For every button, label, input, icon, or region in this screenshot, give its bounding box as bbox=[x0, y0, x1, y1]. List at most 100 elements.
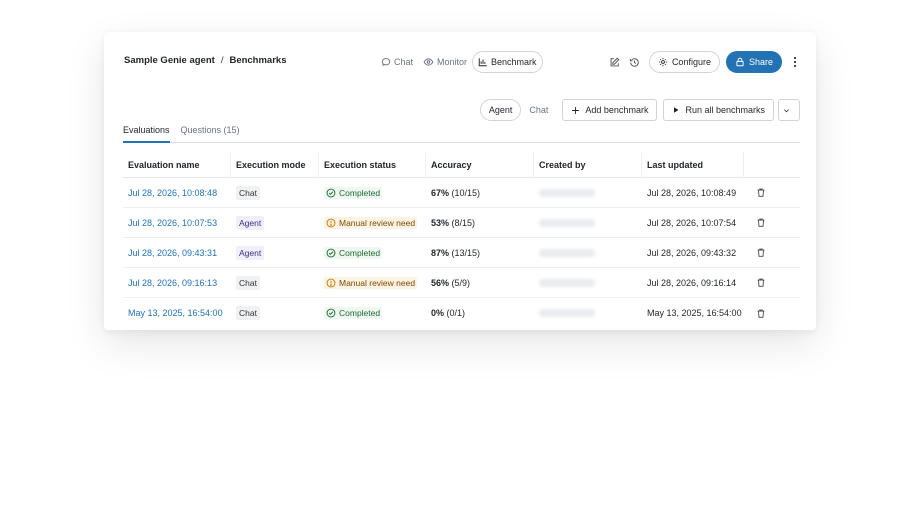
accuracy-cell: 56% (5/9) bbox=[426, 268, 534, 298]
add-benchmark-label: Add benchmark bbox=[585, 105, 649, 115]
check-circle-icon bbox=[326, 308, 336, 318]
run-all-benchmarks-button[interactable]: Run all benchmarks bbox=[663, 99, 774, 121]
history-icon bbox=[630, 57, 640, 67]
execution-mode-badge: Chat bbox=[236, 275, 260, 290]
last-updated: Jul 28, 2026, 09:43:32 bbox=[647, 247, 737, 258]
toggle-chat[interactable]: Chat bbox=[521, 99, 556, 121]
column-header-accuracy[interactable]: Accuracy bbox=[426, 151, 534, 178]
header-actions: Configure Share bbox=[605, 51, 802, 73]
accuracy-percent: 53% bbox=[431, 217, 450, 228]
table-row: Jul 28, 2026, 09:16:13 Chat Manual revie… bbox=[123, 268, 800, 298]
chat-bubble-icon bbox=[381, 58, 391, 66]
add-benchmark-button[interactable]: Add benchmark bbox=[562, 99, 658, 121]
kebab-menu-icon bbox=[793, 56, 797, 68]
created-by-redacted bbox=[539, 218, 595, 227]
breadcrumb-current-page: Benchmarks bbox=[229, 55, 287, 66]
status-badge: Completed bbox=[324, 246, 383, 259]
tab-bar: Evaluations Questions (15) bbox=[123, 123, 800, 143]
edit-button[interactable] bbox=[605, 51, 625, 73]
benchmark-toolbar: Agent Chat Add benchmark Run all benchma… bbox=[479, 99, 800, 121]
history-button[interactable] bbox=[625, 51, 645, 73]
status-badge: Completed bbox=[324, 186, 383, 199]
gear-icon bbox=[658, 57, 667, 67]
more-options-button[interactable] bbox=[788, 51, 802, 73]
delete-button[interactable] bbox=[744, 178, 800, 208]
table-header: Evaluation name Execution mode Execution… bbox=[123, 151, 800, 178]
last-updated: Jul 28, 2026, 10:08:49 bbox=[647, 187, 737, 198]
accuracy-fraction: (8/15) bbox=[451, 217, 476, 228]
evaluation-name-link[interactable]: Jul 28, 2026, 10:07:53 bbox=[128, 218, 217, 228]
evaluation-name-link[interactable]: Jul 28, 2026, 09:16:13 bbox=[128, 278, 217, 288]
execution-mode-badge: Agent bbox=[236, 215, 265, 230]
mode-chat[interactable]: Chat bbox=[376, 51, 418, 73]
tab-evaluations[interactable]: Evaluations bbox=[123, 123, 170, 143]
table-body: Jul 28, 2026, 10:08:48 Chat Completed 67… bbox=[123, 178, 800, 328]
warning-circle-icon bbox=[326, 218, 336, 227]
accuracy-fraction: (5/9) bbox=[451, 277, 471, 288]
chevron-down-icon bbox=[784, 108, 789, 112]
run-options-dropdown[interactable] bbox=[778, 99, 800, 121]
lock-icon bbox=[736, 57, 744, 67]
execution-mode-badge: Agent bbox=[236, 245, 265, 260]
benchmarks-panel: Sample Genie agent / Benchmarks Chat Mon… bbox=[104, 32, 816, 330]
status-badge: Manual review need bbox=[324, 216, 418, 229]
configure-button[interactable]: Configure bbox=[648, 51, 720, 73]
accuracy-cell: 0% (0/1) bbox=[426, 298, 534, 328]
trash-icon bbox=[757, 309, 765, 318]
created-by-redacted bbox=[539, 188, 595, 197]
trash-icon bbox=[757, 218, 765, 227]
edit-icon bbox=[611, 57, 620, 66]
last-updated: Jul 28, 2026, 09:16:14 bbox=[647, 277, 737, 288]
last-updated: Jul 28, 2026, 10:07:54 bbox=[647, 217, 737, 228]
status-badge: Manual review need bbox=[324, 276, 418, 289]
breadcrumb-separator: / bbox=[220, 55, 224, 66]
trash-icon bbox=[757, 188, 765, 197]
status-label: Manual review need bbox=[339, 277, 416, 288]
evaluation-name-link[interactable]: Jul 28, 2026, 10:08:48 bbox=[128, 188, 217, 198]
delete-button[interactable] bbox=[744, 268, 800, 298]
eye-icon bbox=[423, 58, 434, 66]
tab-questions[interactable]: Questions (15) bbox=[181, 123, 240, 143]
bar-chart-icon bbox=[478, 58, 487, 67]
status-label: Completed bbox=[339, 187, 381, 198]
column-header-execution-mode[interactable]: Execution mode bbox=[231, 151, 319, 178]
column-header-evaluation-name[interactable]: Evaluation name bbox=[123, 151, 231, 178]
delete-button[interactable] bbox=[744, 298, 800, 328]
check-circle-icon bbox=[326, 188, 336, 197]
mode-benchmark-label: Benchmark bbox=[491, 57, 537, 67]
accuracy-cell: 67% (10/15) bbox=[426, 178, 534, 208]
execution-mode-badge: Chat bbox=[236, 185, 260, 200]
evaluation-name-link[interactable]: Jul 28, 2026, 09:43:31 bbox=[128, 248, 217, 258]
page-header: Sample Genie agent / Benchmarks Chat Mon… bbox=[104, 49, 816, 75]
delete-button[interactable] bbox=[744, 238, 800, 268]
mode-monitor[interactable]: Monitor bbox=[418, 51, 472, 73]
breadcrumb-agent-link[interactable]: Sample Genie agent bbox=[124, 55, 215, 66]
table-row: Jul 28, 2026, 09:43:31 Agent Completed 8… bbox=[123, 238, 800, 268]
evaluation-name-link[interactable]: May 13, 2025, 16:54:00 bbox=[128, 308, 223, 318]
check-circle-icon bbox=[326, 248, 336, 257]
status-label: Manual review need bbox=[339, 217, 416, 228]
created-by-redacted bbox=[539, 278, 595, 287]
configure-label: Configure bbox=[671, 57, 711, 67]
run-all-label: Run all benchmarks bbox=[685, 105, 765, 115]
created-by-redacted bbox=[539, 309, 595, 317]
mode-benchmark[interactable]: Benchmark bbox=[472, 51, 543, 73]
accuracy-percent: 87% bbox=[431, 247, 450, 258]
delete-button[interactable] bbox=[744, 208, 800, 238]
column-header-execution-status[interactable]: Execution status bbox=[319, 151, 426, 178]
accuracy-fraction: (13/15) bbox=[451, 247, 481, 258]
share-label: Share bbox=[748, 57, 773, 67]
toggle-agent[interactable]: Agent bbox=[479, 99, 522, 121]
warning-circle-icon bbox=[326, 278, 336, 287]
status-label: Completed bbox=[339, 247, 381, 258]
trash-icon bbox=[757, 248, 765, 257]
created-by-redacted bbox=[539, 248, 595, 257]
accuracy-percent: 56% bbox=[431, 277, 450, 288]
last-updated: May 13, 2025, 16:54:00 bbox=[647, 308, 742, 318]
column-header-last-updated[interactable]: Last updated bbox=[642, 151, 744, 178]
trash-icon bbox=[757, 278, 765, 287]
status-badge: Completed bbox=[324, 307, 383, 319]
share-button[interactable]: Share bbox=[725, 51, 782, 73]
column-header-created-by[interactable]: Created by bbox=[534, 151, 642, 178]
mode-switcher: Chat Monitor Benchmark bbox=[376, 51, 543, 73]
